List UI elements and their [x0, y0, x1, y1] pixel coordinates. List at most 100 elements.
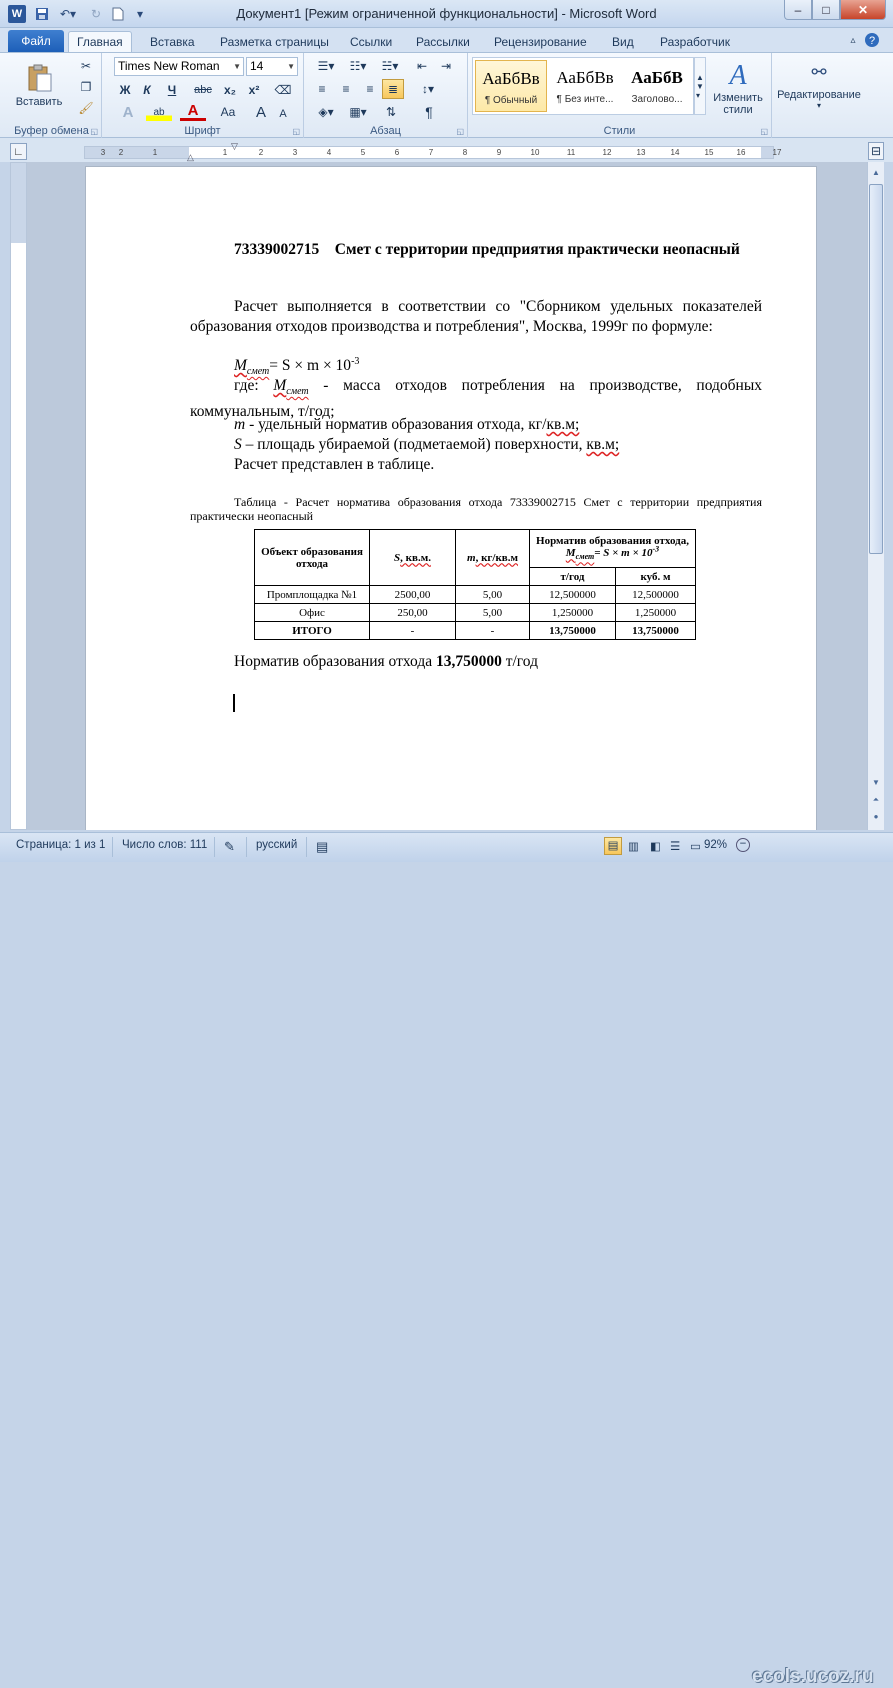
- italic-button[interactable]: К: [138, 81, 156, 99]
- close-button[interactable]: ✕: [840, 0, 886, 20]
- clear-formatting-icon[interactable]: ⌫: [272, 81, 294, 99]
- align-center-icon[interactable]: ≡: [336, 80, 356, 98]
- copy-icon[interactable]: ❐: [76, 78, 96, 96]
- cell-tyear: 12,500000: [529, 585, 616, 604]
- subscript-button[interactable]: x₂: [220, 81, 240, 99]
- draft-icon[interactable]: ▭: [690, 839, 701, 853]
- paragraph-intro[interactable]: Расчет выполняется в соответствии со "Сб…: [190, 297, 762, 336]
- increase-indent-icon[interactable]: ⇥: [436, 57, 456, 75]
- document-heading[interactable]: 73339002715 Смет с территории предприяти…: [190, 240, 762, 260]
- underline-button[interactable]: Ч: [160, 81, 184, 99]
- multilevel-list-icon[interactable]: ☵▾: [376, 57, 404, 75]
- zoom-level[interactable]: 92%: [704, 839, 727, 851]
- align-right-icon[interactable]: ≡: [360, 80, 380, 98]
- select-browse-object-icon[interactable]: ●: [869, 808, 883, 824]
- scroll-up-icon[interactable]: ▲: [869, 164, 883, 180]
- paste-button[interactable]: Вставить: [16, 57, 62, 113]
- horizontal-ruler[interactable]: 3 1 2 1 2 3 4 5 6 7 8 9 10 11 12 13 14 1…: [84, 141, 781, 162]
- change-styles-button[interactable]: A Изменить стили: [708, 57, 768, 119]
- tab-page-layout[interactable]: Разметка страницы: [212, 31, 337, 52]
- m-unit: кв.м;: [546, 416, 580, 433]
- clipboard-group: Вставить ✂ ❐ 🖌 Буфер обмена ◱: [2, 53, 102, 139]
- full-screen-reading-icon[interactable]: ▥: [628, 839, 639, 853]
- macro-recording-icon[interactable]: ▤: [316, 839, 328, 855]
- vertical-ruler[interactable]: [10, 162, 27, 830]
- align-left-icon[interactable]: ≡: [312, 80, 332, 98]
- style-normal[interactable]: АаБбВв ¶ Обычный: [475, 60, 547, 112]
- result-line[interactable]: Норматив образования отхода 13,750000 т/…: [190, 652, 762, 672]
- line-spacing-icon[interactable]: ↕▾: [414, 80, 442, 98]
- language[interactable]: русский: [256, 839, 297, 851]
- grow-font-button[interactable]: A: [252, 103, 270, 121]
- cut-icon[interactable]: ✂: [76, 57, 96, 75]
- collapse-ribbon-icon[interactable]: ▵: [846, 32, 860, 48]
- font-launcher-icon[interactable]: ◱: [292, 127, 300, 136]
- chevron-down-icon: ▼: [233, 62, 241, 71]
- print-layout-icon[interactable]: ▤: [604, 837, 622, 855]
- minimize-button[interactable]: –: [784, 0, 812, 20]
- style-heading[interactable]: АаБбВ Заголово...: [621, 60, 693, 112]
- tab-review[interactable]: Рецензирование: [486, 31, 595, 52]
- styles-group: АаБбВв ¶ Обычный АаБбВв ¶ Без инте... Аа…: [468, 53, 772, 139]
- page-count[interactable]: Страница: 1 из 1: [16, 839, 105, 851]
- font-color-icon[interactable]: A: [180, 102, 206, 121]
- document-page[interactable]: 73339002715 Смет с территории предприяти…: [85, 166, 817, 830]
- header-norm-formula: = S × m × 10: [594, 547, 653, 560]
- norm-table[interactable]: Объект образования отхода S, кв.м. m, кг…: [254, 529, 696, 640]
- justify-icon[interactable]: ≣: [382, 79, 404, 99]
- m-definition[interactable]: m - удельный норматив образования отхода…: [190, 415, 762, 435]
- decrease-indent-icon[interactable]: ⇤: [412, 57, 432, 75]
- formula-rest: = S × m × 10: [269, 357, 352, 374]
- change-case-button[interactable]: Aa: [214, 103, 242, 121]
- font-size-combo[interactable]: 14 ▼: [246, 57, 298, 76]
- paragraph-launcher-icon[interactable]: ◱: [456, 127, 464, 136]
- zoom-out-icon[interactable]: −: [736, 838, 750, 852]
- strikethrough-button[interactable]: abc: [190, 81, 216, 99]
- tab-home[interactable]: Главная: [68, 31, 132, 52]
- title-bar: W ↶▾ ↻ ▾ Документ1 [Режим ограниченной ф…: [0, 0, 893, 28]
- sort-icon[interactable]: ⇅: [380, 103, 402, 121]
- window-title: Документ1 [Режим ограниченной функционал…: [236, 6, 657, 21]
- tab-file[interactable]: Файл: [8, 30, 64, 52]
- numbering-icon[interactable]: ☷▾: [344, 57, 372, 75]
- view-ruler-icon[interactable]: ⊟: [868, 142, 884, 160]
- tab-stop-selector[interactable]: ∟: [10, 143, 27, 160]
- tab-developer[interactable]: Разработчик: [652, 31, 738, 52]
- proofing-icon[interactable]: ✎: [224, 839, 235, 855]
- superscript-button[interactable]: x²: [244, 81, 264, 99]
- format-painter-icon[interactable]: 🖌: [76, 99, 96, 117]
- scrollbar-thumb[interactable]: [869, 184, 883, 554]
- outline-icon[interactable]: ☰: [670, 839, 680, 853]
- clipboard-launcher-icon[interactable]: ◱: [90, 127, 98, 136]
- show-marks-icon[interactable]: ¶: [418, 103, 440, 121]
- tab-references[interactable]: Ссылки: [342, 31, 400, 52]
- web-layout-icon[interactable]: ◧: [650, 839, 661, 853]
- tab-view[interactable]: Вид: [604, 31, 642, 52]
- tab-insert[interactable]: Вставка: [142, 31, 203, 52]
- styles-scroll-icon[interactable]: ▲ ▼ ▾: [694, 57, 706, 115]
- shrink-font-button[interactable]: A: [274, 105, 292, 123]
- ruler-tick: 12: [602, 148, 612, 157]
- maximize-button[interactable]: □: [812, 0, 840, 20]
- s-definition[interactable]: S – площадь убираемой (подметаемой) пове…: [190, 435, 762, 455]
- style-no-spacing[interactable]: АаБбВв ¶ Без инте...: [549, 60, 621, 112]
- tab-mailings[interactable]: Рассылки: [408, 31, 478, 52]
- editing-button[interactable]: ⚯ Редактирование ▾: [774, 57, 864, 115]
- scroll-down-icon[interactable]: ▼: [869, 774, 883, 790]
- formula-m: М: [234, 357, 247, 374]
- table-intro[interactable]: Расчет представлен в таблице.: [190, 455, 762, 475]
- text-effects-icon[interactable]: A: [116, 103, 140, 121]
- word-count[interactable]: Число слов: 111: [122, 839, 207, 851]
- help-icon[interactable]: ?: [864, 32, 880, 48]
- bold-button[interactable]: Ж: [116, 81, 134, 99]
- font-name-combo[interactable]: Times New Roman ▼: [114, 57, 244, 76]
- vertical-scrollbar[interactable]: ▲ ▼ ⏶ ●: [867, 162, 884, 830]
- styles-launcher-icon[interactable]: ◱: [760, 127, 768, 136]
- first-line-indent-marker[interactable]: ▽: [231, 141, 238, 152]
- previous-page-icon[interactable]: ⏶: [869, 792, 883, 808]
- bullets-icon[interactable]: ☰▾: [312, 57, 340, 75]
- shading-icon[interactable]: ◈▾: [312, 103, 340, 121]
- highlight-icon[interactable]: ab: [146, 103, 172, 121]
- borders-icon[interactable]: ▦▾: [344, 103, 372, 121]
- table-caption[interactable]: Таблица - Расчет норматива образования о…: [190, 495, 762, 523]
